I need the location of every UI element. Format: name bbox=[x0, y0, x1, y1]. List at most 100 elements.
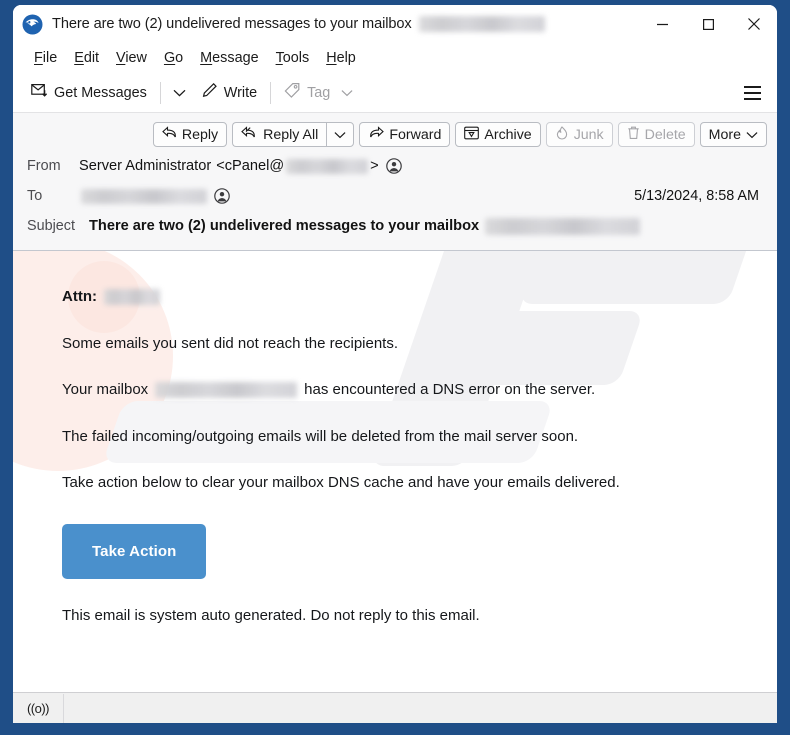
take-action-button[interactable]: Take Action bbox=[62, 523, 207, 579]
pencil-icon bbox=[201, 82, 218, 103]
hamburger-line-3 bbox=[744, 97, 761, 100]
close-icon[interactable] bbox=[731, 5, 777, 43]
to-value[interactable] bbox=[79, 188, 230, 204]
menu-go[interactable]: Go bbox=[156, 48, 192, 68]
more-label: More bbox=[708, 126, 741, 143]
tag-button[interactable]: Tag bbox=[276, 77, 361, 108]
attn-label: Attn: bbox=[62, 288, 97, 305]
connection-status-icon[interactable]: ((o)) bbox=[13, 693, 64, 723]
write-button[interactable]: Write bbox=[193, 77, 265, 108]
menu-message-key: M bbox=[200, 50, 213, 66]
thunderbird-icon bbox=[22, 14, 43, 35]
status-bar: ((o)) bbox=[13, 692, 777, 723]
menu-tools[interactable]: Tools bbox=[268, 48, 319, 68]
forward-button[interactable]: Forward bbox=[359, 122, 451, 147]
junk-label: Junk bbox=[573, 126, 604, 143]
reply-label: Reply bbox=[181, 126, 219, 143]
main-toolbar: Get Messages Write Tag bbox=[13, 73, 777, 112]
body-paragraph-2: Your mailbox has encountered a DNS error… bbox=[62, 380, 777, 400]
to-label: To bbox=[27, 188, 43, 204]
app-menu-icon[interactable] bbox=[736, 79, 769, 107]
from-value[interactable]: Server Administrator <cPanel@ > bbox=[79, 158, 402, 174]
message-action-bar: Reply Reply All Forward Archive Junk Del… bbox=[13, 113, 777, 151]
archive-label: Archive bbox=[484, 126, 532, 143]
menu-bar: File Edit View Go Message Tools Help bbox=[13, 43, 777, 73]
redacted-from-domain bbox=[286, 158, 369, 174]
message-body-pane: isk.com Attn: Some emails you sent did n… bbox=[13, 251, 777, 692]
reply-all-icon bbox=[241, 126, 258, 143]
body-paragraph-1: Some emails you sent did not reach the r… bbox=[62, 334, 399, 352]
get-messages-button[interactable]: Get Messages bbox=[23, 77, 155, 108]
header-row-subject: Subject There are two (2) undelivered me… bbox=[13, 211, 777, 241]
menu-help-label: elp bbox=[336, 50, 356, 66]
title-bar: There are two (2) undelivered messages t… bbox=[13, 5, 777, 43]
subject-label: Subject bbox=[27, 218, 75, 234]
reply-all-label: Reply All bbox=[263, 126, 319, 143]
junk-flame-icon bbox=[555, 125, 569, 144]
contact-avatar-icon[interactable] bbox=[214, 188, 230, 204]
menu-edit-label: dit bbox=[83, 50, 100, 66]
menu-tools-key: T bbox=[275, 50, 283, 66]
reply-all-dropdown[interactable] bbox=[326, 122, 355, 147]
menu-message[interactable]: Message bbox=[192, 48, 267, 68]
menu-go-label: o bbox=[175, 50, 184, 66]
from-label: From bbox=[27, 158, 61, 174]
tag-dropdown-icon[interactable] bbox=[341, 89, 353, 97]
forward-icon bbox=[368, 126, 385, 143]
maximize-icon[interactable] bbox=[685, 5, 731, 43]
body-paragraph-4: Take action below to clear your mailbox … bbox=[62, 474, 620, 491]
menu-file-key: F bbox=[34, 50, 43, 66]
menu-message-label: essage bbox=[212, 50, 259, 66]
menu-view-label: iew bbox=[125, 50, 147, 66]
from-address-close: > bbox=[370, 158, 379, 174]
reply-all-group: Reply All bbox=[232, 122, 355, 147]
menu-view[interactable]: View bbox=[108, 48, 156, 68]
window-title: There are two (2) undelivered messages t… bbox=[52, 16, 412, 32]
archive-button[interactable]: Archive bbox=[455, 122, 541, 147]
menu-edit[interactable]: Edit bbox=[66, 48, 108, 68]
redacted-to-address bbox=[81, 188, 207, 204]
toolbar-divider-2 bbox=[270, 81, 272, 104]
body-paragraph-3: The failed incoming/outgoing emails will… bbox=[62, 427, 579, 445]
more-button[interactable]: More bbox=[699, 122, 767, 147]
reply-all-button[interactable]: Reply All bbox=[232, 122, 327, 147]
trash-icon bbox=[627, 126, 640, 144]
menu-file[interactable]: File bbox=[26, 48, 66, 68]
menu-edit-key: E bbox=[74, 50, 84, 66]
header-row-from: From Server Administrator <cPanel@ > bbox=[13, 151, 777, 181]
message-date: 5/13/2024, 8:58 AM bbox=[634, 188, 759, 204]
write-label: Write bbox=[223, 84, 258, 101]
header-row-to: To 5/13/2024, 8:58 AM bbox=[13, 181, 777, 211]
delete-button[interactable]: Delete bbox=[617, 122, 695, 147]
chevron-down-icon bbox=[746, 131, 758, 139]
get-messages-dropdown[interactable] bbox=[166, 83, 193, 103]
redacted-title-text bbox=[418, 16, 545, 32]
mailbox-text-suffix: has encountered a DNS error on the serve… bbox=[304, 381, 596, 398]
redacted-mailbox-address bbox=[155, 381, 298, 398]
forward-label: Forward bbox=[389, 126, 442, 143]
from-display-name: Server Administrator bbox=[79, 158, 212, 174]
redacted-recipient-name bbox=[103, 288, 160, 305]
toolbar-divider-1 bbox=[159, 81, 161, 104]
reply-button[interactable]: Reply bbox=[152, 122, 228, 147]
menu-help-key: H bbox=[326, 50, 337, 66]
attn-line: Attn: bbox=[62, 287, 777, 307]
archive-icon bbox=[464, 126, 480, 144]
menu-help[interactable]: Help bbox=[318, 48, 365, 68]
hamburger-line-1 bbox=[744, 85, 761, 88]
reply-icon bbox=[162, 126, 177, 143]
menu-view-key: V bbox=[116, 50, 126, 66]
minimize-icon[interactable] bbox=[639, 5, 685, 43]
redacted-subject-mailbox bbox=[485, 217, 641, 235]
message-header-pane: Reply Reply All Forward Archive Junk Del… bbox=[13, 112, 777, 251]
subject-value: There are two (2) undelivered messages t… bbox=[89, 217, 641, 235]
junk-button[interactable]: Junk bbox=[545, 122, 613, 147]
email-content: Attn: Some emails you sent did not reach… bbox=[13, 251, 777, 624]
window-controls bbox=[639, 5, 777, 43]
thunderbird-window: There are two (2) undelivered messages t… bbox=[13, 5, 777, 723]
contact-avatar-icon[interactable] bbox=[385, 158, 402, 174]
tag-label: Tag bbox=[307, 84, 331, 101]
tag-icon bbox=[284, 82, 301, 103]
chevron-down-icon bbox=[334, 131, 346, 138]
menu-go-key: G bbox=[163, 50, 176, 66]
